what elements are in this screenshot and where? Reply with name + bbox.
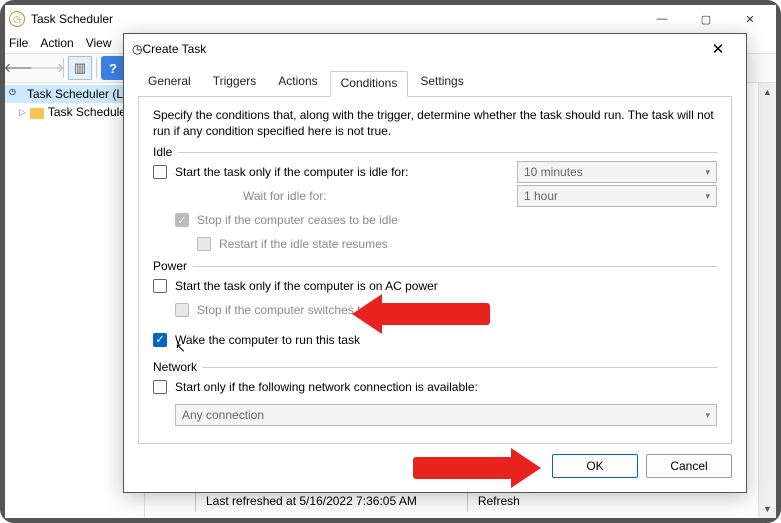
idle-duration-combo[interactable]: 10 minutes▾ [517,161,717,183]
dialog-button-row: OK Cancel [124,444,746,492]
close-button[interactable]: ✕ [728,5,772,33]
show-hide-button[interactable]: ▥ [68,56,92,80]
idle-stop-checkbox[interactable]: ✓ [175,213,189,227]
status-bar: Last refreshed at 5/16/2022 7:36:05 AM R… [195,490,530,512]
network-connection-combo[interactable]: Any connection▾ [175,404,717,426]
conditions-panel: Specify the conditions that, along with … [138,96,732,444]
tab-triggers[interactable]: Triggers [203,70,267,96]
power-battery-label: Stop if the computer switches to battery… [197,303,443,317]
tree-root-label: Task Scheduler (L [27,87,123,101]
dialog-titlebar: ◷ Create Task ✕ [124,34,746,64]
menu-view[interactable]: View [86,36,112,50]
maximize-button[interactable]: ▢ [684,5,728,33]
idle-restart-label: Restart if the idle state resumes [219,237,388,251]
tree-library-label: Task Scheduler [48,105,130,119]
dialog-title: Create Task [142,42,206,56]
menu-action[interactable]: Action [40,36,73,50]
network-avail-checkbox[interactable] [153,380,167,394]
power-ac-label: Start the task only if the computer is o… [175,279,438,293]
power-wake-label: Wake the computer to run this task [175,333,360,347]
tab-general[interactable]: General [138,70,201,96]
idle-restart-checkbox[interactable] [197,237,211,251]
expand-icon[interactable]: ▷ [19,107,26,118]
menu-file[interactable]: File [9,36,28,50]
idle-start-checkbox[interactable] [153,165,167,179]
forward-button[interactable]: 🡒 [35,56,59,80]
idle-wait-combo[interactable]: 1 hour▾ [517,185,717,207]
group-power: Power [153,259,717,273]
idle-stop-label: Stop if the computer ceases to be idle [197,213,398,227]
clock-icon: ◷ [132,42,142,56]
power-wake-checkbox[interactable]: ✓ [153,333,167,347]
tabstrip: General Triggers Actions Conditions Sett… [124,64,746,96]
actions-scrollbar[interactable]: ▲ ▼ [758,83,776,518]
create-task-dialog: ◷ Create Task ✕ General Triggers Actions… [123,33,747,493]
help-button[interactable]: ? [101,56,125,80]
folder-icon [30,108,44,119]
chevron-down-icon: ▾ [705,410,710,421]
minimize-button[interactable]: — [640,5,684,33]
idle-wait-label: Wait for idle for: [243,189,327,203]
cursor-icon: ↖ [175,340,186,356]
group-network: Network [153,360,717,374]
idle-start-label: Start the task only if the computer is i… [175,165,408,179]
chevron-down-icon: ▾ [705,191,710,202]
main-title: Task Scheduler [31,12,113,26]
status-refresh[interactable]: Refresh [467,490,530,512]
tab-settings[interactable]: Settings [410,70,473,96]
clock-icon: ◷ [9,87,23,101]
dialog-close-button[interactable]: ✕ [698,35,738,63]
group-idle: Idle [153,145,717,159]
network-avail-label: Start only if the following network conn… [175,380,478,394]
cancel-button[interactable]: Cancel [646,454,732,478]
status-refreshed: Last refreshed at 5/16/2022 7:36:05 AM [195,490,427,512]
clock-icon: ◷ [9,11,25,27]
chevron-down-icon: ▾ [705,167,710,178]
tab-conditions[interactable]: Conditions [330,71,409,97]
main-titlebar: ◷ Task Scheduler — ▢ ✕ [5,5,776,33]
ok-button[interactable]: OK [552,454,638,478]
power-ac-checkbox[interactable] [153,279,167,293]
scroll-down-icon[interactable]: ▼ [759,500,776,518]
power-battery-checkbox[interactable] [175,303,189,317]
tab-actions[interactable]: Actions [268,70,327,96]
scroll-up-icon[interactable]: ▲ [759,83,776,101]
conditions-hint: Specify the conditions that, along with … [153,107,717,139]
